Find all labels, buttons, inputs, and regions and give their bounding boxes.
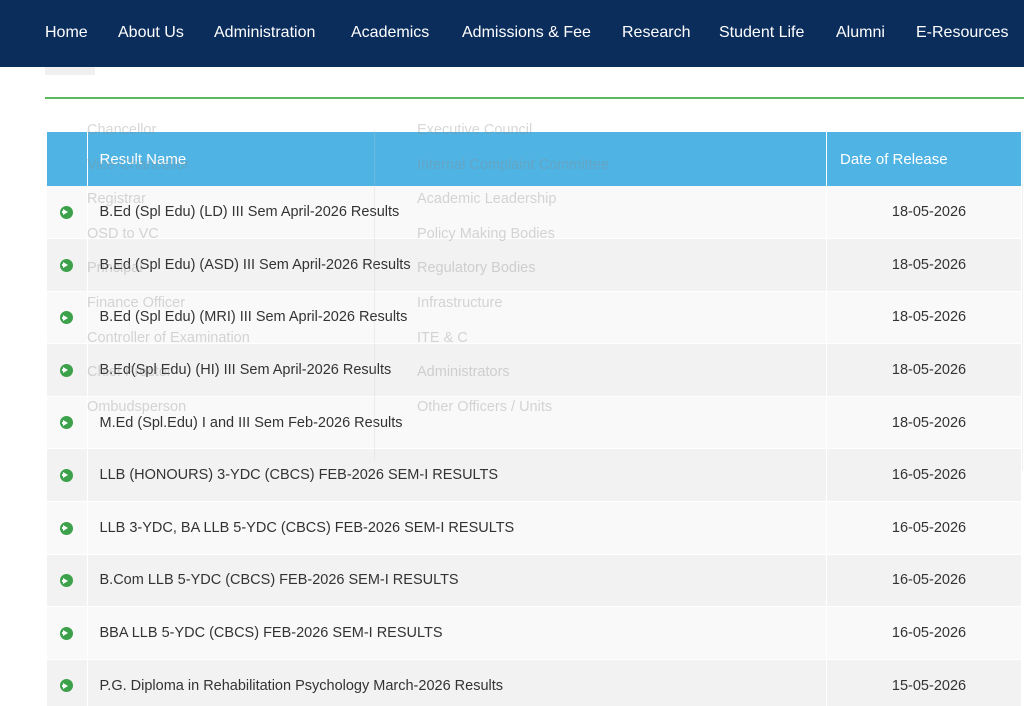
header-icon-column xyxy=(47,132,88,186)
nav-administration[interactable]: Administration xyxy=(214,24,315,42)
result-link[interactable]: LLB 3-YDC, BA LLB 5-YDC (CBCS) FEB-2026 … xyxy=(87,501,827,555)
nav-e-resources[interactable]: E-Resources xyxy=(916,24,1008,42)
table-row: BBA LLB 5-YDC (CBCS) FEB-2026 SEM-I RESU… xyxy=(47,606,1022,660)
result-link[interactable]: B.Com LLB 5-YDC (CBCS) FEB-2026 SEM-I RE… xyxy=(87,554,827,608)
nav-about-us[interactable]: About Us xyxy=(118,24,184,42)
release-date: 18-05-2026 xyxy=(826,396,1022,450)
nav-alumni[interactable]: Alumni xyxy=(836,24,885,42)
release-date: 18-05-2026 xyxy=(826,343,1022,397)
result-link[interactable]: P.G. Diploma in Rehabilitation Psycholog… xyxy=(87,659,827,706)
result-link[interactable]: LLB (HONOURS) 3-YDC (CBCS) FEB-2026 SEM-… xyxy=(87,448,827,503)
nav-student-life[interactable]: Student Life xyxy=(719,24,804,42)
table-row: B.Ed(Spl Edu) (HI) III Sem April-2026 Re… xyxy=(47,343,1022,397)
release-date: 18-05-2026 xyxy=(826,238,1022,292)
table-row: LLB (HONOURS) 3-YDC (CBCS) FEB-2026 SEM-… xyxy=(47,448,1022,503)
results-table: Result Name Date of Release B.Ed (Spl Ed… xyxy=(47,132,1022,706)
arrow-circle-right-icon xyxy=(60,626,74,640)
arrow-circle-right-icon xyxy=(60,258,74,272)
nav-research[interactable]: Research xyxy=(622,24,690,42)
result-link[interactable]: B.Ed (Spl Edu) (LD) III Sem April-2026 R… xyxy=(87,186,827,240)
table-row: LLB 3-YDC, BA LLB 5-YDC (CBCS) FEB-2026 … xyxy=(47,501,1022,555)
table-header-row: Result Name Date of Release xyxy=(47,132,1022,186)
nav-academics[interactable]: Academics xyxy=(351,24,429,42)
table-row: B.Ed (Spl Edu) (MRI) III Sem April-2026 … xyxy=(47,291,1022,345)
arrow-circle-right-icon xyxy=(60,468,74,482)
nav-home[interactable]: Home xyxy=(45,24,88,42)
result-link[interactable]: M.Ed (Spl.Edu) I and III Sem Feb-2026 Re… xyxy=(87,396,827,450)
arrow-circle-right-icon xyxy=(60,679,74,693)
top-navigation: Home About Us Administration Academics A… xyxy=(0,0,1024,67)
result-link[interactable]: BBA LLB 5-YDC (CBCS) FEB-2026 SEM-I RESU… xyxy=(87,606,827,660)
result-link[interactable]: B.Ed(Spl Edu) (HI) III Sem April-2026 Re… xyxy=(87,343,827,397)
arrow-circle-right-icon xyxy=(60,521,74,535)
release-date: 16-05-2026 xyxy=(826,501,1022,555)
dropdown-right-edge xyxy=(1022,130,1023,470)
arrow-circle-right-icon xyxy=(60,205,74,219)
result-link[interactable]: B.Ed (Spl Edu) (ASD) III Sem April-2026 … xyxy=(87,238,827,292)
release-date: 18-05-2026 xyxy=(826,291,1022,345)
release-date: 16-05-2026 xyxy=(826,606,1022,660)
table-row: B.Ed (Spl Edu) (ASD) III Sem April-2026 … xyxy=(47,238,1022,292)
section-divider xyxy=(45,97,1024,99)
header-date-of-release[interactable]: Date of Release xyxy=(826,132,1022,186)
header-result-name[interactable]: Result Name xyxy=(87,132,827,186)
release-date: 18-05-2026 xyxy=(826,186,1022,240)
table-row: M.Ed (Spl.Edu) I and III Sem Feb-2026 Re… xyxy=(47,396,1022,450)
release-date: 15-05-2026 xyxy=(826,659,1022,706)
result-link[interactable]: B.Ed (Spl Edu) (MRI) III Sem April-2026 … xyxy=(87,291,827,345)
arrow-circle-right-icon xyxy=(60,574,74,588)
table-row: B.Ed (Spl Edu) (LD) III Sem April-2026 R… xyxy=(47,186,1022,240)
active-tab-indicator xyxy=(45,67,95,75)
arrow-circle-right-icon xyxy=(60,363,74,377)
table-row: P.G. Diploma in Rehabilitation Psycholog… xyxy=(47,659,1022,706)
release-date: 16-05-2026 xyxy=(826,448,1022,503)
nav-admissions-fee[interactable]: Admissions & Fee xyxy=(462,24,591,42)
table-row: B.Com LLB 5-YDC (CBCS) FEB-2026 SEM-I RE… xyxy=(47,554,1022,608)
arrow-circle-right-icon xyxy=(60,416,74,430)
arrow-circle-right-icon xyxy=(60,311,74,325)
release-date: 16-05-2026 xyxy=(826,554,1022,608)
